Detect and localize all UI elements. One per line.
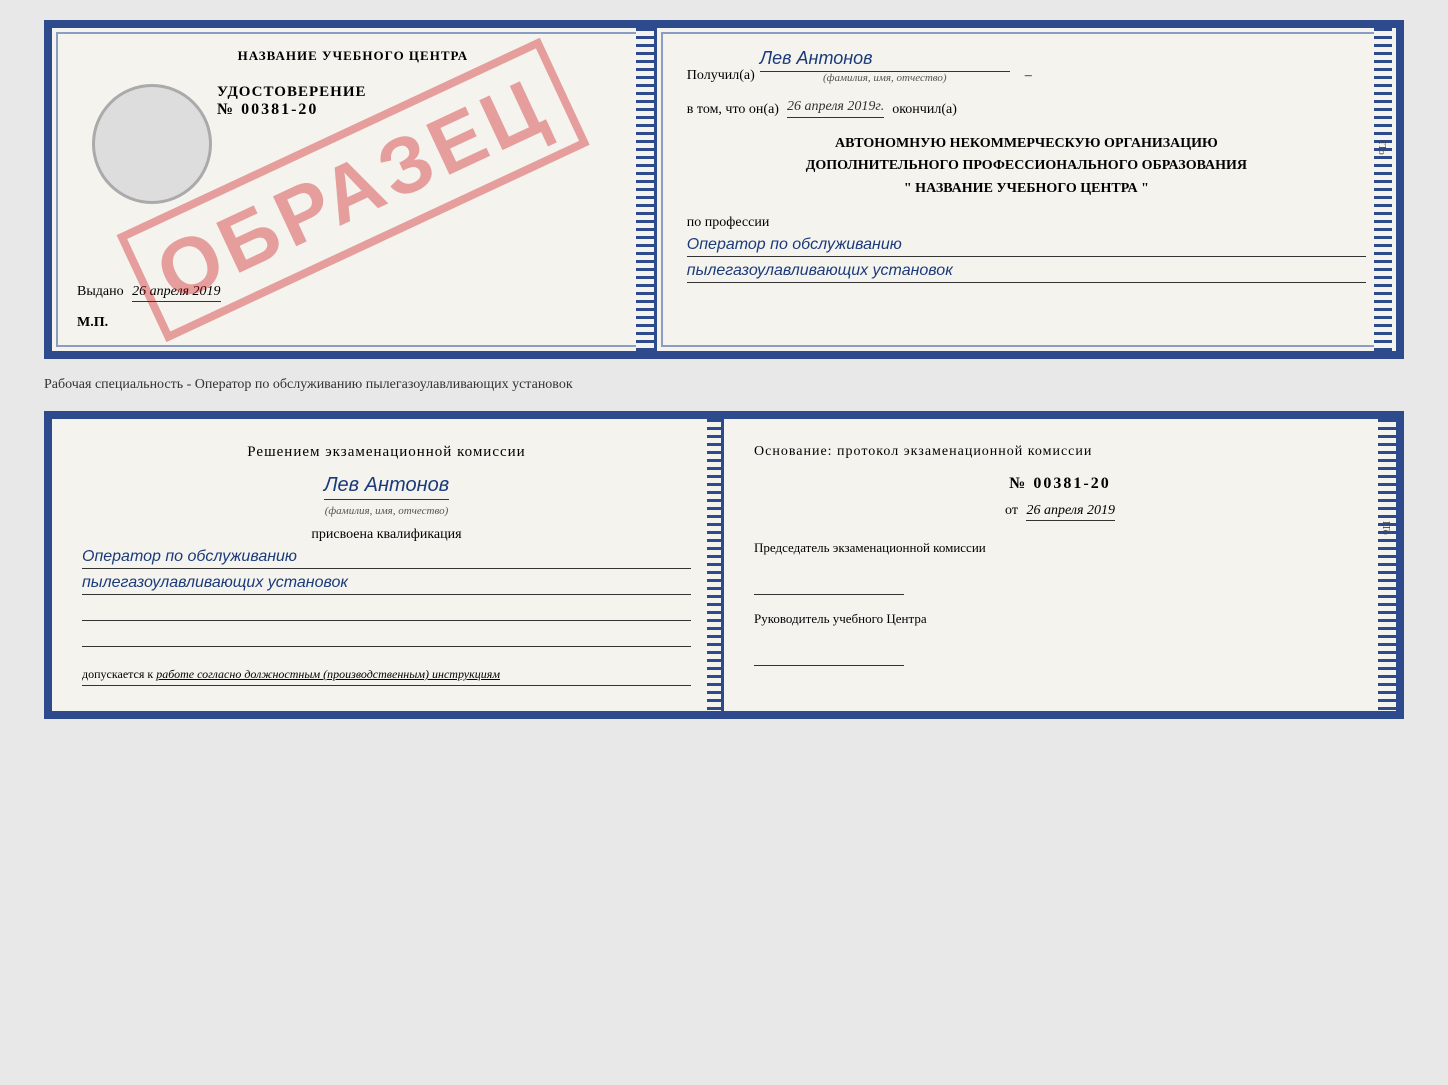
osnovanie-title: Основание: протокол экзаменационной коми… — [754, 444, 1366, 460]
ito-text: ITo — [1376, 141, 1387, 155]
ot-date-value: 26 апреля 2019 — [1026, 503, 1114, 521]
dopuskaetsia-value: работе согласно должностным (производств… — [156, 667, 500, 681]
cert-right: Получил(а) Лев Антонов (фамилия, имя, от… — [657, 28, 1396, 351]
dopuskaetsia-label: допускается к — [82, 667, 153, 681]
predsedatel-block: Председатель экзаменационной комиссии — [754, 539, 1366, 595]
professia-line2: пылегазоулавливающих установок — [687, 262, 1366, 283]
kval-line1: Оператор по обслуживанию — [82, 548, 691, 569]
okonchil-label: окончил(а) — [892, 102, 957, 118]
fio-label-top: (фамилия, имя, отчество) — [760, 72, 1010, 84]
dopuskaetsia-line: допускается к работе согласно должностны… — [82, 667, 691, 686]
school-name-top: НАЗВАНИЕ УЧЕБНОГО ЦЕНТРА — [77, 48, 629, 64]
bottom-right-side-deco: ITo — [1378, 419, 1396, 711]
ot-label: от — [1005, 503, 1018, 518]
bottom-right: Основание: протокол экзаменационной коми… — [724, 419, 1396, 711]
org-line2: ДОПОЛНИТЕЛЬНОГО ПРОФЕССИОНАЛЬНОГО ОБРАЗО… — [687, 155, 1366, 177]
poluchil-label: Получил(а) — [687, 68, 755, 84]
mp-line: М.П. — [77, 315, 629, 331]
professia-line1: Оператор по обслуживанию — [687, 236, 1366, 257]
ot-date: от 26 апреля 2019 — [754, 503, 1366, 519]
org-line1: АВТОНОМНУЮ НЕКОММЕРЧЕСКУЮ ОРГАНИЗАЦИЮ — [687, 133, 1366, 155]
vydano-date: 26 апреля 2019 — [132, 284, 220, 302]
rukovoditel-label: Руководитель учебного Центра — [754, 610, 1366, 628]
kval-line2: пылегазоулавливающих установок — [82, 574, 691, 595]
vydano-line: Выдано 26 апреля 2019 — [77, 284, 629, 300]
vtom-line: в том, что он(а) 26 апреля 2019г. окончи… — [687, 99, 1366, 118]
ito-text-bottom: ITo — [1380, 521, 1391, 535]
certificate-top: НАЗВАНИЕ УЧЕБНОГО ЦЕНТРА УДОСТОВЕРЕНИЕ №… — [44, 20, 1404, 359]
blank-line-2 — [82, 629, 691, 647]
blank-line-1 — [82, 603, 691, 621]
rukovoditel-signature — [754, 648, 904, 666]
stamp-circle — [92, 84, 212, 204]
vtom-label: в том, что он(а) — [687, 102, 779, 118]
cert-left: НАЗВАНИЕ УЧЕБНОГО ЦЕНТРА УДОСТОВЕРЕНИЕ №… — [52, 28, 657, 351]
document-container: НАЗВАНИЕ УЧЕБНОГО ЦЕНТРА УДОСТОВЕРЕНИЕ №… — [44, 20, 1404, 719]
bottom-left: Решением экзаменационной комиссии Лев Ан… — [52, 419, 724, 711]
middle-text: Рабочая специальность - Оператор по обсл… — [44, 369, 1404, 401]
cert-label: УДОСТОВЕРЕНИЕ — [217, 84, 629, 101]
vydano-label: Выдано — [77, 284, 124, 299]
org-line3: " НАЗВАНИЕ УЧЕБНОГО ЦЕНТРА " — [687, 178, 1366, 200]
resheniye-title: Решением экзаменационной комиссии — [82, 444, 691, 461]
cert-number: № 00381-20 — [217, 101, 629, 119]
predsedatel-label: Председатель экзаменационной комиссии — [754, 539, 1366, 557]
poluchil-line: Получил(а) Лев Антонов (фамилия, имя, от… — [687, 48, 1366, 84]
poluchil-name: Лев Антонов — [760, 48, 1010, 72]
professia-label: по профессии — [687, 215, 1366, 231]
right-side-deco-top: ITo — [1374, 28, 1392, 351]
rukovoditel-block: Руководитель учебного Центра — [754, 610, 1366, 666]
bottom-left-side-deco — [707, 419, 721, 711]
predsedatel-signature — [754, 577, 904, 595]
certificate-bottom: Решением экзаменационной комиссии Лев Ан… — [44, 411, 1404, 719]
protocol-number: № 00381-20 — [754, 475, 1366, 493]
vtom-date: 26 апреля 2019г. — [787, 99, 884, 118]
fio-label-bottom: (фамилия, имя, отчество) — [325, 505, 449, 517]
left-side-deco — [636, 28, 654, 351]
org-block: АВТОНОМНУЮ НЕКОММЕРЧЕСКУЮ ОРГАНИЗАЦИЮ ДО… — [687, 133, 1366, 200]
prisvoena-label: присвоена квалификация — [82, 527, 691, 543]
person-name-bottom: Лев Антонов — [324, 474, 449, 500]
